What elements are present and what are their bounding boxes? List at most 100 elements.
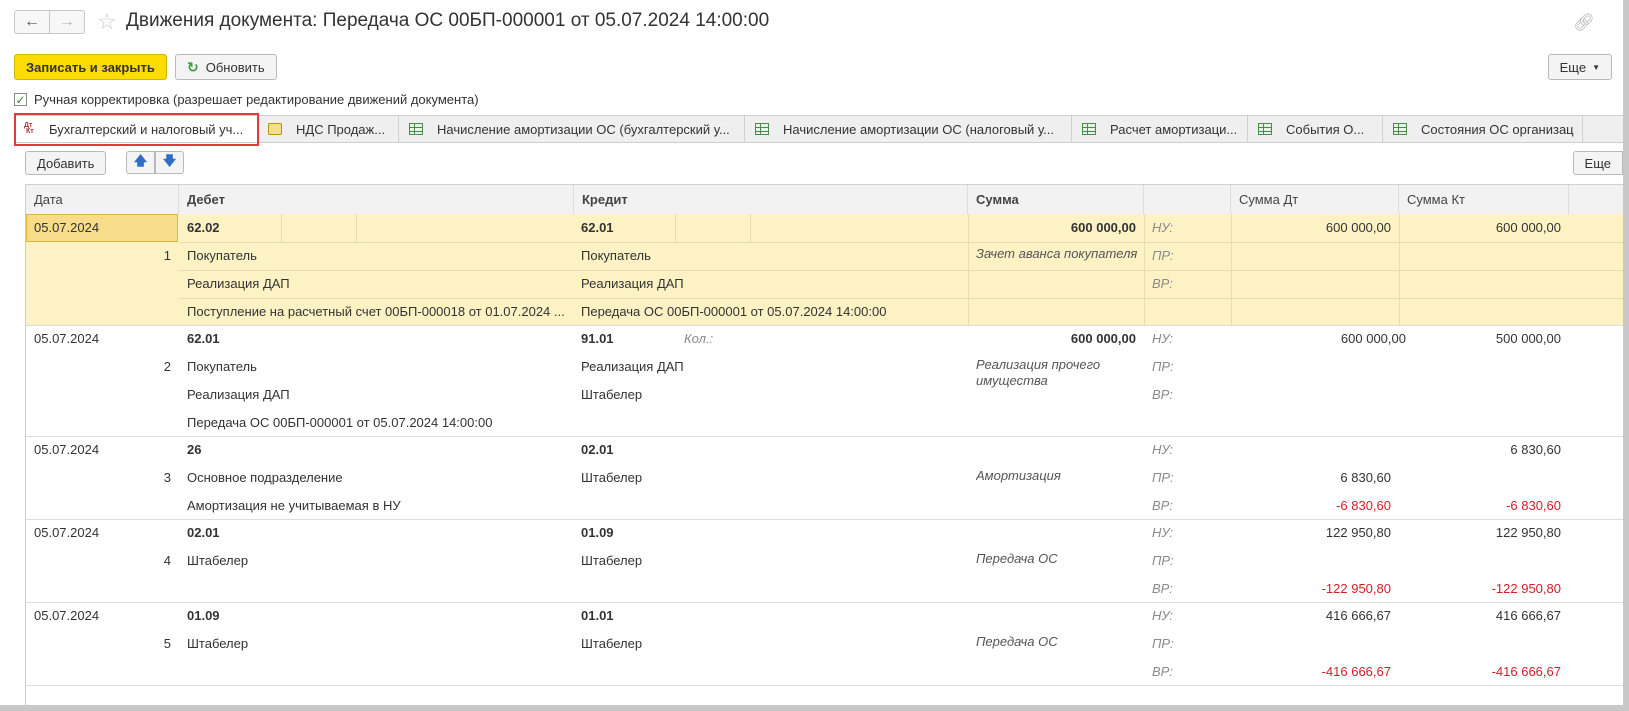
credit-account[interactable]: 02.01 <box>581 442 614 458</box>
favorite-star-icon[interactable]: ☆ <box>97 9 117 35</box>
amount-kt-cell[interactable]: -416 666,67 <box>1407 664 1561 680</box>
debit-subconto[interactable]: Штабелер <box>187 553 567 569</box>
debit-subconto[interactable]: Реализация ДАП <box>187 387 567 403</box>
checkbox-checked-icon[interactable]: ✓ <box>14 93 27 107</box>
credit-account[interactable]: 62.01 <box>581 220 614 236</box>
debit-account[interactable]: 26 <box>187 442 201 458</box>
accounting-type-label: ВР: <box>1152 276 1173 291</box>
credit-subconto[interactable]: Покупатель <box>581 248 961 264</box>
amount-dt-cell[interactable]: 6 830,60 <box>1239 470 1391 486</box>
table-row[interactable]: 05.07.2024 4 02.01 Штабелер 01.09 Штабелер Пер… <box>26 519 1623 603</box>
table-row[interactable]: 05.07.2024 5 01.09 Штабелер 01.01 Штабелер Пер… <box>26 602 1623 686</box>
accounting-type-label: ВР: <box>1152 664 1173 679</box>
entry-content[interactable]: Зачет аванса покупателя <box>976 246 1141 262</box>
add-button[interactable]: Добавить <box>25 151 107 175</box>
credit-subconto[interactable]: Передача ОС 00БП-000001 от 05.07.2024 14… <box>581 304 961 320</box>
debit-account[interactable]: 02.01 <box>187 525 220 541</box>
tab-asset-states[interactable]: Состояния ОС организац <box>1383 116 1583 142</box>
row-number: 3 <box>163 470 171 485</box>
date-cell[interactable]: 05.07.2024 <box>34 442 99 458</box>
column-header-amount[interactable]: Сумма <box>968 185 1144 214</box>
entry-content[interactable]: Передача ОС <box>976 634 1141 650</box>
back-button[interactable]: ← <box>14 10 50 34</box>
amount-dt-cell[interactable]: 600 000,00 <box>1239 331 1406 347</box>
amount-kt-cell[interactable]: 500 000,00 <box>1407 331 1561 347</box>
amount-cell[interactable]: 600 000,00 <box>976 331 1136 347</box>
amount-dt-cell[interactable]: -6 830,60 <box>1239 498 1391 514</box>
tab-label: НДС Продаж... <box>296 121 386 137</box>
table-row[interactable]: 05.07.2024 1 62.02 Покупатель Реализация ДАП… <box>26 214 1623 326</box>
debit-subconto[interactable]: Реализация ДАП <box>187 276 567 292</box>
debit-subconto[interactable]: Покупатель <box>187 359 567 375</box>
entry-content[interactable]: Реализация прочего имущества <box>976 357 1141 389</box>
amount-kt-cell[interactable]: -6 830,60 <box>1407 498 1561 514</box>
move-up-button[interactable]: 🡅 <box>126 151 155 174</box>
debit-subconto[interactable]: Амортизация не учитываемая в НУ <box>187 498 567 514</box>
column-header-type[interactable] <box>1144 185 1231 214</box>
entry-content[interactable]: Амортизация <box>976 468 1141 484</box>
tab-asset-events[interactable]: События О... <box>1248 116 1383 142</box>
move-down-button[interactable]: 🡇 <box>155 151 184 174</box>
amount-dt-cell[interactable]: -416 666,67 <box>1239 664 1391 680</box>
credit-account[interactable]: 01.01 <box>581 608 614 624</box>
credit-account[interactable]: 01.09 <box>581 525 614 541</box>
cell-divider <box>281 214 282 242</box>
row-number: 2 <box>163 359 171 374</box>
table-row[interactable]: 05.07.2024 3 26 Основное подразделение Аморт… <box>26 436 1623 520</box>
amount-kt-cell[interactable]: 416 666,67 <box>1407 608 1561 624</box>
amount-dt-cell[interactable]: 600 000,00 <box>1239 220 1391 236</box>
tab-depreciation-tax[interactable]: Начисление амортизации ОС (налоговый у..… <box>745 116 1072 142</box>
forward-button[interactable]: → <box>49 10 85 34</box>
credit-subconto[interactable]: Реализация ДАП <box>581 359 961 375</box>
amount-kt-cell[interactable]: 6 830,60 <box>1407 442 1561 458</box>
more-button[interactable]: Еще ▼ <box>1547 54 1612 80</box>
table-row[interactable]: 05.07.2024 2 62.01 Покупатель Реализация ДАП… <box>26 325 1623 437</box>
cell-divider <box>356 214 357 242</box>
credit-account[interactable]: 91.01 <box>581 331 614 347</box>
link-icon[interactable]: 🔗︎ <box>1573 13 1595 33</box>
manual-adjust-checkbox[interactable]: ✓ Ручная корректировка (разрешает редакт… <box>14 92 479 107</box>
refresh-button[interactable]: ↻ Обновить <box>175 54 277 80</box>
debit-subconto[interactable]: Штабелер <box>187 636 567 652</box>
amount-kt-cell[interactable]: -122 950,80 <box>1407 581 1561 597</box>
debit-subconto[interactable]: Покупатель <box>187 248 567 264</box>
credit-subconto[interactable]: Реализация ДАП <box>581 276 961 292</box>
accounting-type-label: НУ: <box>1152 525 1174 540</box>
amount-cell[interactable]: 600 000,00 <box>976 220 1136 236</box>
date-cell[interactable]: 05.07.2024 <box>34 220 99 236</box>
debit-subconto[interactable]: Поступление на расчетный счет 00БП-00001… <box>187 304 567 320</box>
credit-subconto[interactable]: Штабелер <box>581 636 961 652</box>
amount-kt-cell[interactable]: 600 000,00 <box>1407 220 1561 236</box>
credit-quantity-label: Кол.: <box>684 331 714 346</box>
debit-account[interactable]: 01.09 <box>187 608 220 624</box>
amount-dt-cell[interactable]: -122 950,80 <box>1239 581 1391 597</box>
amount-dt-cell[interactable]: 122 950,80 <box>1239 525 1391 541</box>
table-icon <box>1258 123 1272 135</box>
credit-subconto[interactable]: Штабелер <box>581 387 961 403</box>
credit-subconto[interactable]: Штабелер <box>581 470 961 486</box>
column-header-debit[interactable]: Дебет <box>179 185 574 214</box>
list-more-button[interactable]: Еще <box>1572 151 1623 175</box>
date-cell[interactable]: 05.07.2024 <box>34 331 99 347</box>
debit-account[interactable]: 62.01 <box>187 331 220 347</box>
debit-subconto[interactable]: Передача ОС 00БП-000001 от 05.07.2024 14… <box>187 415 567 431</box>
amount-kt-cell[interactable]: 122 950,80 <box>1407 525 1561 541</box>
date-cell[interactable]: 05.07.2024 <box>34 608 99 624</box>
credit-subconto[interactable]: Штабелер <box>581 553 961 569</box>
tab-highlight-annotation <box>14 113 259 146</box>
amount-dt-cell[interactable]: 416 666,67 <box>1239 608 1391 624</box>
table-header: Дата Дебет Кредит Сумма Сумма Дт Сумма К… <box>26 185 1623 215</box>
save-and-close-button[interactable]: Записать и закрыть <box>14 54 167 80</box>
column-header-amount-dt[interactable]: Сумма Дт <box>1231 185 1399 214</box>
tab-depreciation-calc[interactable]: Расчет амортизаци... <box>1072 116 1248 142</box>
entry-content[interactable]: Передача ОС <box>976 551 1141 567</box>
column-header-date[interactable]: Дата <box>26 185 179 214</box>
date-cell[interactable]: 05.07.2024 <box>34 525 99 541</box>
column-header-amount-kt[interactable]: Сумма Кт <box>1399 185 1569 214</box>
debit-subconto[interactable]: Основное подразделение <box>187 470 567 486</box>
caret-down-icon: ▼ <box>1592 62 1600 72</box>
debit-account[interactable]: 62.02 <box>187 220 220 236</box>
column-header-credit[interactable]: Кредит <box>574 185 968 214</box>
tab-depreciation-accounting[interactable]: Начисление амортизации ОС (бухгалтерский… <box>399 116 745 142</box>
tab-vat-sales[interactable]: НДС Продаж... <box>258 116 399 142</box>
